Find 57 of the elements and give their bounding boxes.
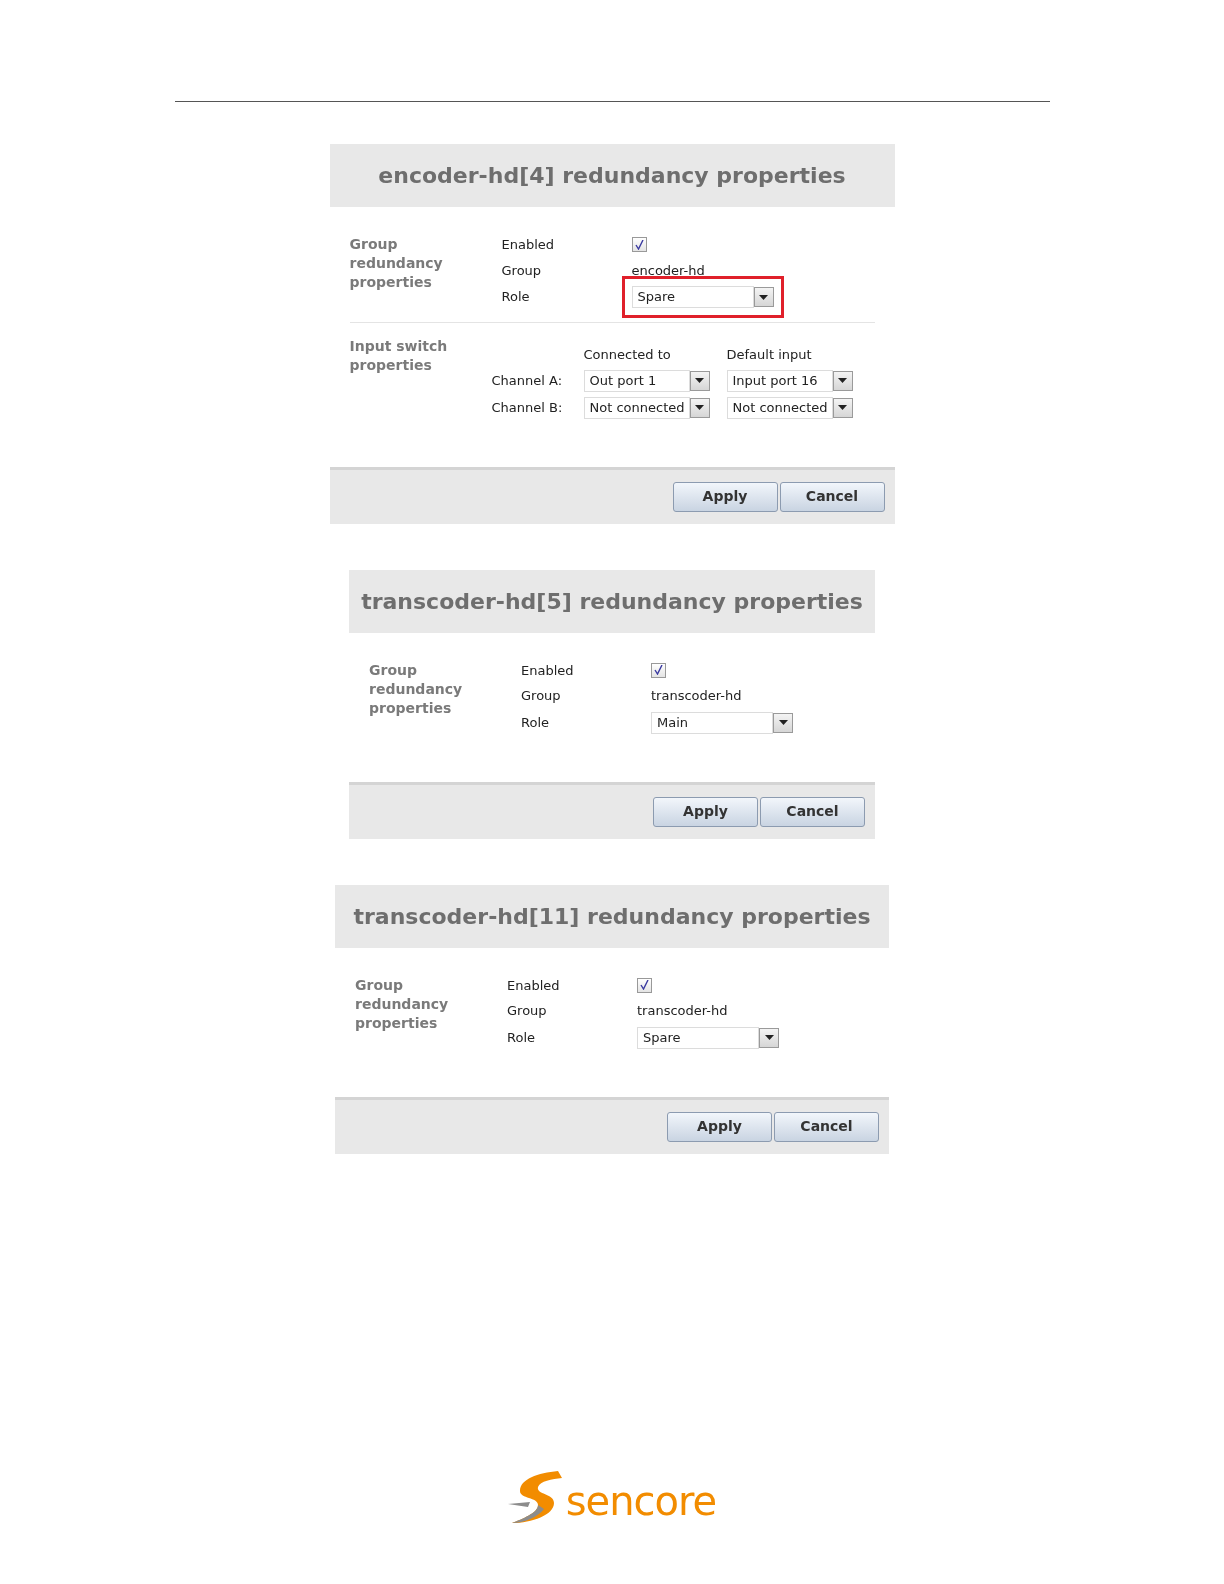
- field-label: Enabled: [507, 976, 561, 995]
- checkbox[interactable]: [637, 977, 652, 993]
- checkbox[interactable]: [651, 662, 666, 678]
- caret-icon: [759, 294, 768, 300]
- group-value: encoder-hd: [631, 261, 706, 280]
- dialog-button[interactable]: Apply: [667, 1111, 772, 1142]
- dialog-button[interactable]: Cancel: [779, 481, 885, 512]
- dialog-button[interactable]: Apply: [672, 481, 778, 512]
- column-heading: Connected to: [583, 346, 672, 364]
- caret-icon: [764, 1035, 774, 1040]
- group-value: transcoder-hd: [651, 687, 743, 705]
- field-label: Enabled: [521, 661, 575, 680]
- select-field[interactable]: Out port 1: [583, 369, 690, 392]
- checkmark-icon: [654, 665, 663, 676]
- caret-icon: [838, 378, 847, 383]
- dropdown-button[interactable]: [773, 712, 793, 733]
- dialog-button[interactable]: Apply: [653, 796, 758, 827]
- field-label: Role: [521, 713, 550, 732]
- caret-icon: [695, 405, 705, 410]
- dropdown-button[interactable]: [833, 397, 853, 418]
- panel-title: transcoder-hd[11] redundancy properties: [335, 884, 889, 948]
- select-field[interactable]: Main: [651, 711, 773, 734]
- caret-icon: [838, 405, 848, 410]
- section-heading: Group redundancy properties: [355, 975, 450, 1033]
- section-heading: Group redundancy properties: [349, 235, 444, 292]
- select-field[interactable]: Not connected: [583, 396, 691, 419]
- dropdown-button[interactable]: [759, 1027, 779, 1048]
- checkmark-icon: [634, 239, 644, 250]
- field-label: Group: [501, 261, 543, 280]
- panel-title: encoder-hd[4] redundancy properties: [329, 144, 895, 207]
- channel-label: Channel B:: [491, 398, 564, 417]
- dropdown-button[interactable]: [753, 287, 774, 307]
- field-label: Role: [501, 288, 531, 307]
- dropdown-button[interactable]: [690, 397, 710, 418]
- field-label: Enabled: [501, 236, 556, 254]
- caret-icon: [778, 720, 788, 725]
- section-heading: Input switch properties: [349, 337, 449, 375]
- checkbox[interactable]: [631, 237, 647, 253]
- dropdown-button[interactable]: [689, 370, 710, 391]
- select-field[interactable]: Spare: [637, 1026, 759, 1049]
- select-field[interactable]: Not connected: [726, 396, 834, 419]
- dialog-button[interactable]: Cancel: [760, 796, 865, 827]
- caret-icon: [695, 378, 704, 383]
- field-label: Role: [507, 1028, 536, 1047]
- brand-logo: sencore: [565, 1480, 717, 1521]
- dropdown-button[interactable]: [832, 370, 853, 391]
- field-label: Group: [507, 1002, 548, 1020]
- dialog-button[interactable]: Cancel: [774, 1111, 879, 1142]
- column-heading: Default input: [726, 346, 813, 364]
- panel-title: transcoder-hd[5] redundancy properties: [349, 569, 875, 633]
- group-value: transcoder-hd: [637, 1002, 729, 1020]
- select-field[interactable]: Spare: [631, 286, 754, 308]
- checkmark-icon: [640, 980, 649, 991]
- field-label: Group: [521, 687, 562, 705]
- section-heading: Group redundancy properties: [369, 660, 464, 718]
- select-field[interactable]: Input port 16: [726, 369, 833, 392]
- channel-label: Channel A:: [491, 371, 564, 390]
